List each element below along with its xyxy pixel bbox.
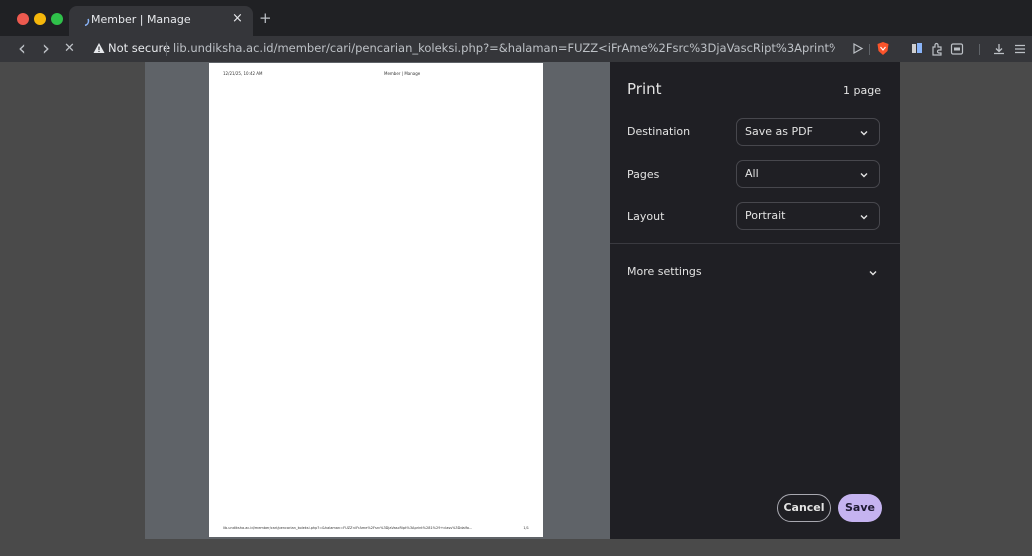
preview-header-title: Member | Manage — [384, 71, 421, 76]
toolbar-divider — [979, 44, 980, 55]
tab-close-icon[interactable]: × — [232, 11, 243, 26]
destination-value: Save as PDF — [745, 125, 813, 138]
forward-icon[interactable]: › — [42, 36, 50, 60]
download-icon[interactable] — [992, 42, 1006, 56]
settings-divider — [610, 243, 900, 244]
wallet-icon[interactable] — [950, 42, 964, 56]
destination-label: Destination — [627, 125, 691, 138]
preview-page: 12/21/25, 10:42 AM Member | Manage lib.u… — [209, 63, 543, 537]
layout-label: Layout — [627, 210, 665, 223]
cancel-button[interactable]: Cancel — [777, 494, 831, 522]
close-window-button[interactable] — [17, 13, 29, 25]
tab-title: Member | Manage — [91, 13, 191, 26]
print-preview-area: 12/21/25, 10:42 AM Member | Manage lib.u… — [145, 62, 610, 539]
layout-select[interactable]: Portrait — [736, 202, 880, 230]
menu-icon[interactable] — [1013, 42, 1027, 56]
destination-select[interactable]: Save as PDF — [736, 118, 880, 146]
chevron-down-icon — [860, 131, 868, 136]
more-settings-toggle[interactable]: More settings — [627, 265, 702, 278]
preview-header-date: 12/21/25, 10:42 AM — [223, 71, 263, 76]
chevron-down-icon[interactable] — [868, 269, 878, 277]
extensions-puzzle-icon[interactable] — [930, 42, 944, 56]
minimize-window-button[interactable] — [34, 13, 46, 25]
tab-member-manage[interactable]: Member | Manage × — [69, 6, 253, 36]
title-bar: Member | Manage × + — [0, 0, 1032, 36]
extension-icon[interactable] — [911, 42, 923, 55]
layout-value: Portrait — [745, 209, 786, 222]
save-button[interactable]: Save — [838, 494, 882, 522]
new-tab-button[interactable]: + — [259, 9, 272, 27]
maximize-window-button[interactable] — [51, 13, 63, 25]
address-bar[interactable]: lib.undiksha.ac.id/member/cari/pencarian… — [173, 41, 835, 55]
back-icon[interactable]: ‹ — [18, 36, 26, 60]
page-count: 1 page — [843, 84, 881, 97]
pages-label: Pages — [627, 168, 660, 181]
print-title: Print — [627, 80, 662, 98]
address-separator — [166, 42, 167, 56]
print-dialog: Print 1 page Destination Save as PDF Pag… — [610, 62, 900, 539]
browser-toolbar: ‹ › ✕ Not secure lib.undiksha.ac.id/memb… — [0, 36, 1032, 62]
stop-loading-icon[interactable]: ✕ — [64, 36, 75, 62]
pages-value: All — [745, 167, 759, 180]
brave-shields-icon[interactable] — [876, 41, 890, 56]
chevron-down-icon — [860, 173, 868, 178]
preview-footer-url: lib.undiksha.ac.id/member/cari/pencarian… — [223, 526, 473, 530]
warning-triangle-icon[interactable] — [93, 42, 105, 54]
not-secure-label[interactable]: Not secure — [108, 41, 170, 55]
preview-footer-page-number: 1/1 — [523, 526, 529, 530]
pages-select[interactable]: All — [736, 160, 880, 188]
chevron-down-icon — [860, 215, 868, 220]
loading-favicon-icon — [78, 15, 90, 27]
toolbar-divider — [869, 44, 870, 55]
share-icon[interactable] — [852, 42, 864, 55]
